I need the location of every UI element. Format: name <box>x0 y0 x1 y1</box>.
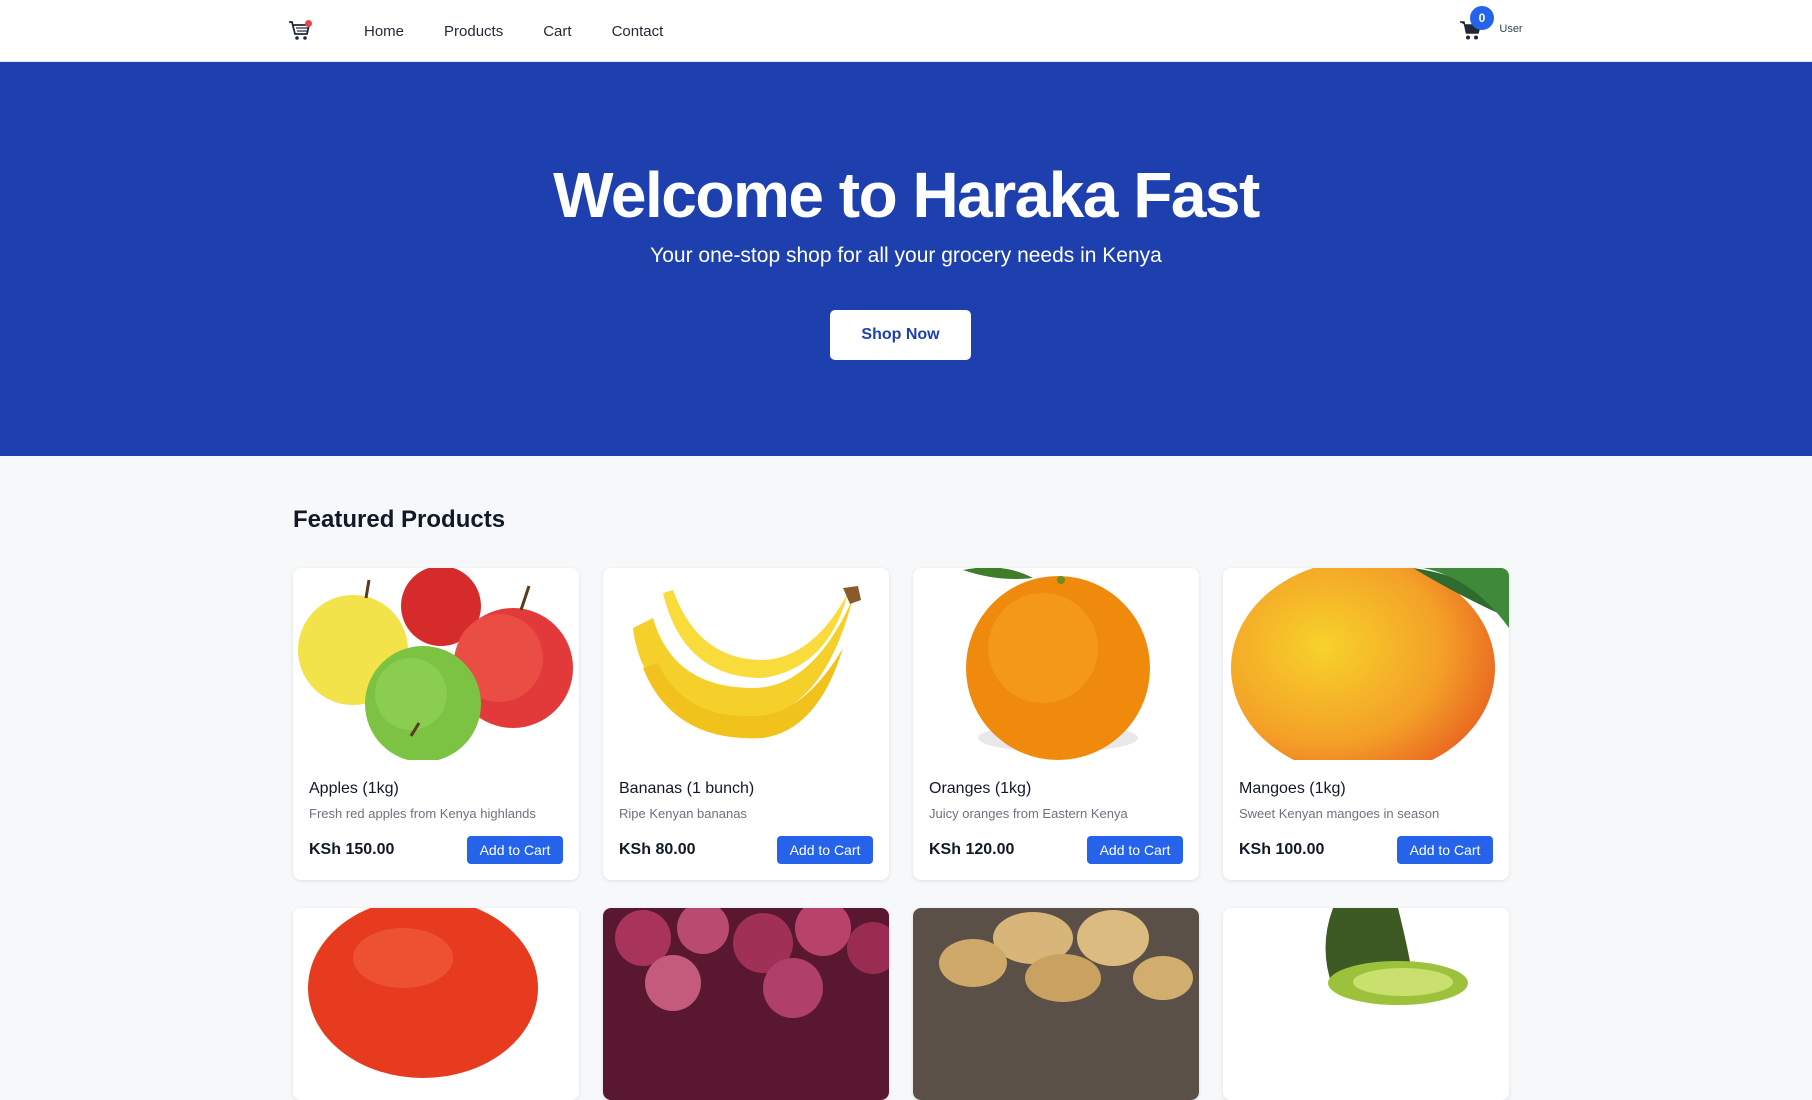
potatoes-image[interactable] <box>913 908 1199 1100</box>
product-card-apples: Apples (1kg) Fresh red apples from Kenya… <box>293 568 579 880</box>
mangoes-image[interactable] <box>1223 568 1509 760</box>
add-to-cart-button[interactable]: Add to Cart <box>777 836 873 864</box>
nav-link-contact[interactable]: Contact <box>612 23 664 40</box>
product-description: Juicy oranges from Eastern Kenya <box>929 806 1128 821</box>
product-card-potatoes <box>913 908 1199 1100</box>
product-name: Mangoes (1kg) <box>1239 780 1346 797</box>
product-card-onions <box>603 908 889 1100</box>
nav-link-products[interactable]: Products <box>444 23 503 40</box>
product-card-bananas: Bananas (1 bunch) Ripe Kenyan bananas KS… <box>603 568 889 880</box>
product-description: Fresh red apples from Kenya highlands <box>309 806 536 821</box>
user-avatar[interactable]: User <box>1496 16 1526 46</box>
cart-count-badge: 0 <box>1470 6 1494 30</box>
product-name: Oranges (1kg) <box>929 780 1032 797</box>
product-name: Apples (1kg) <box>309 780 399 797</box>
hero-subtitle: Your one-stop shop for all your grocery … <box>650 244 1162 267</box>
product-name: Bananas (1 bunch) <box>619 780 755 797</box>
product-description: Sweet Kenyan mangoes in season <box>1239 806 1440 821</box>
avocados-image[interactable] <box>1223 908 1509 1100</box>
nav-link-home[interactable]: Home <box>364 23 404 40</box>
hero-banner: Welcome to Haraka Fast Your one-stop sho… <box>0 62 1812 456</box>
product-description: Ripe Kenyan bananas <box>619 806 747 821</box>
product-price: KSh 80.00 <box>619 841 696 858</box>
navbar-inner: Home Products Cart Contact 0 User <box>286 0 1526 62</box>
shopping-cart-logo-icon[interactable] <box>286 17 314 45</box>
product-price: KSh 100.00 <box>1239 841 1325 858</box>
nav-links: Home Products Cart Contact <box>364 23 703 40</box>
cart-button[interactable]: 0 <box>1456 6 1494 46</box>
tomatoes-image[interactable] <box>293 908 579 1100</box>
add-to-cart-button[interactable]: Add to Cart <box>1397 836 1493 864</box>
product-card-tomatoes <box>293 908 579 1100</box>
product-price: KSh 150.00 <box>309 841 395 858</box>
nav-right: 0 User <box>1456 0 1526 62</box>
bananas-image[interactable] <box>603 568 889 760</box>
featured-products-title: Featured Products <box>293 506 506 533</box>
shop-now-button[interactable]: Shop Now <box>830 310 971 360</box>
onions-image[interactable] <box>603 908 889 1100</box>
product-card-oranges: Oranges (1kg) Juicy oranges from Eastern… <box>913 568 1199 880</box>
product-card-mangoes: Mangoes (1kg) Sweet Kenyan mangoes in se… <box>1223 568 1509 880</box>
oranges-image[interactable] <box>913 568 1199 760</box>
add-to-cart-button[interactable]: Add to Cart <box>467 836 563 864</box>
nav-link-cart[interactable]: Cart <box>543 23 571 40</box>
navbar: Home Products Cart Contact 0 User <box>0 0 1812 62</box>
hero-title: Welcome to Haraka Fast <box>553 159 1260 231</box>
logo-badge-dot <box>305 20 312 27</box>
product-card-avocados <box>1223 908 1509 1100</box>
apples-image[interactable] <box>293 568 579 760</box>
add-to-cart-button[interactable]: Add to Cart <box>1087 836 1183 864</box>
product-price: KSh 120.00 <box>929 841 1015 858</box>
